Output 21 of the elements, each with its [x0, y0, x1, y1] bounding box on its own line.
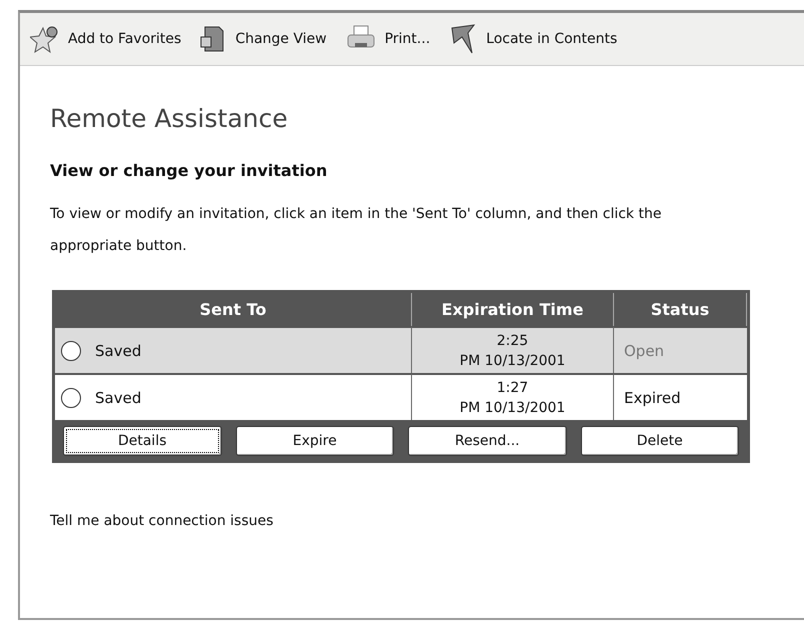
expiration-text: 2:25 PM 10/13/2001: [458, 332, 566, 370]
help-link[interactable]: Tell me about connection issues: [50, 513, 274, 529]
section-heading: View or change your invitation: [50, 161, 328, 180]
status-text: Open: [624, 342, 664, 360]
toolbar-button[interactable]: Change View: [197, 21, 329, 57]
status-text: Expired: [624, 388, 681, 406]
radio-button[interactable]: [61, 388, 81, 408]
recipient-text: Saved: [95, 342, 142, 360]
page-title: Remote Assistance: [50, 104, 289, 133]
toolbar-button[interactable]: Print...: [342, 22, 432, 56]
toolbar-button[interactable]: Locate in Contents: [446, 20, 620, 58]
action-button[interactable]: Details: [63, 426, 222, 456]
expiration-text: 1:27 PM 10/13/2001: [458, 378, 566, 418]
action-button[interactable]: Expire: [236, 426, 394, 456]
toolbar-button[interactable]: Add to Favorites: [28, 22, 184, 56]
radio-button[interactable]: [61, 340, 81, 360]
action-button[interactable]: Resend...: [408, 426, 566, 456]
recipient-text: Saved: [95, 388, 142, 406]
instructions-text: To view or modify an invitation, click an item in the 'Sent To' column, and then click the appropriate button.: [50, 205, 662, 256]
star-icon: [30, 24, 60, 54]
action-button[interactable]: Delete: [580, 426, 739, 456]
